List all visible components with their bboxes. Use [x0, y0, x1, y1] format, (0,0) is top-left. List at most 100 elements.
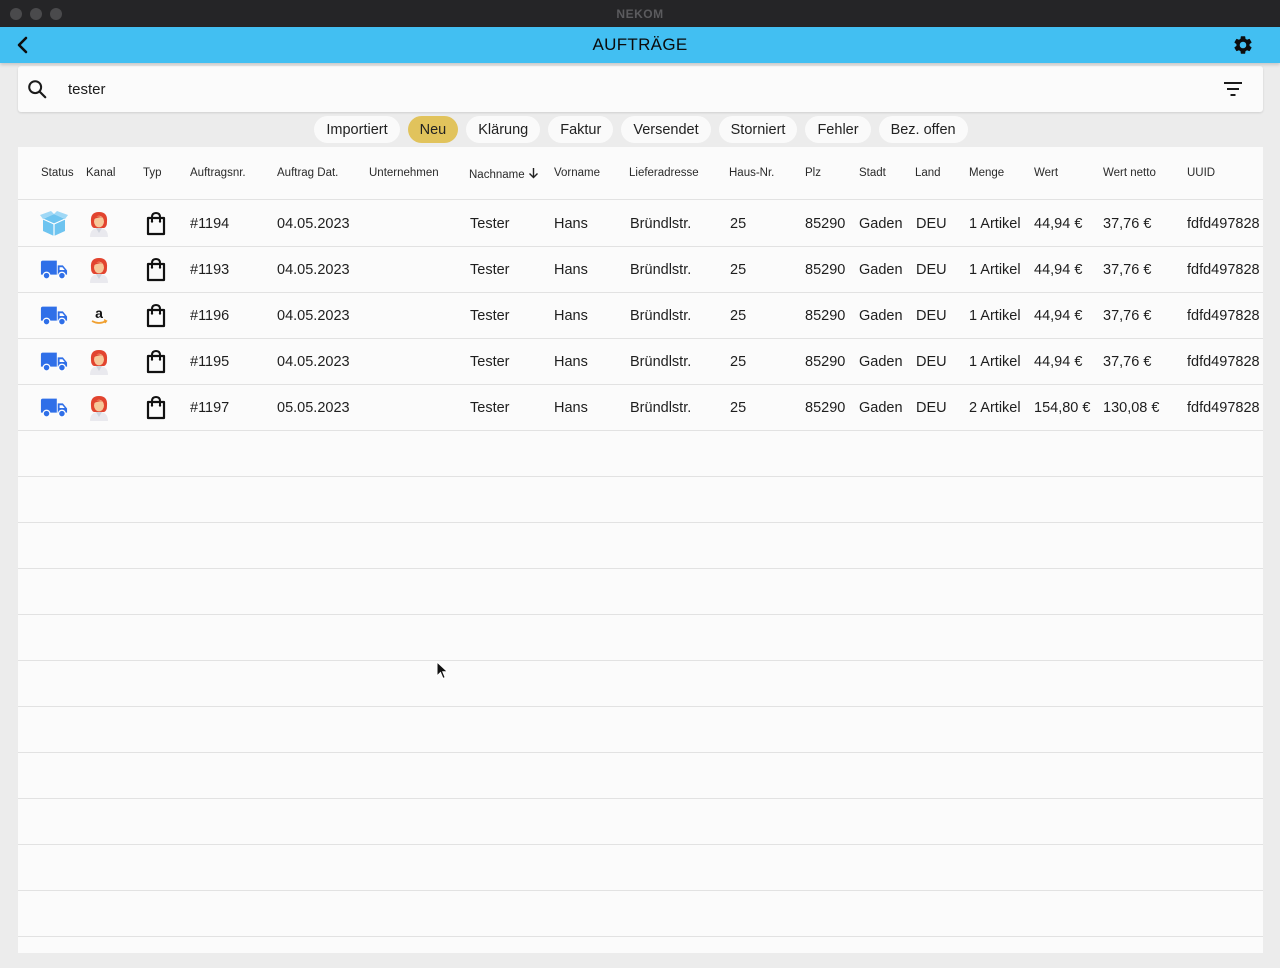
column-header-vorname[interactable]: Vorname [554, 167, 600, 179]
table-header: Status Kanal Typ Auftragsnr. Auftrag Dat… [18, 147, 1263, 200]
cell-plz: 85290 [805, 400, 846, 416]
shopping-bag-icon [142, 210, 170, 238]
window-controls[interactable] [10, 8, 62, 20]
window-title: NEKOM [616, 6, 664, 21]
chip-importiert[interactable]: Importiert [314, 116, 400, 143]
column-header-menge[interactable]: Menge [969, 167, 1004, 179]
cell-nachname: Tester [470, 400, 510, 416]
empty-table-row [18, 799, 1263, 845]
shop-avatar-icon [85, 348, 113, 376]
cell-stadt: Gaden [859, 400, 903, 416]
truck-icon [40, 394, 68, 422]
shopping-bag-icon [142, 302, 170, 330]
column-header-stadt[interactable]: Stadt [859, 167, 886, 179]
cell-land: DEU [916, 262, 947, 278]
column-header-plz[interactable]: Plz [805, 167, 821, 179]
cell-wert-netto: 37,76 € [1103, 216, 1152, 232]
table-row[interactable]: #1195 04.05.2023 Tester Hans Bründlstr. 25 852… [18, 339, 1263, 385]
cell-wert: 154,80 € [1034, 400, 1091, 416]
cell-plz: 85290 [805, 354, 846, 370]
column-header-wert-netto[interactable]: Wert netto [1103, 167, 1156, 179]
cell-uuid: fdfd497828 [1187, 400, 1260, 416]
cell-hausnr: 25 [730, 400, 747, 416]
column-header-wert[interactable]: Wert [1034, 167, 1058, 179]
cell-land: DEU [916, 308, 947, 324]
cell-land: DEU [916, 400, 947, 416]
search-icon[interactable] [26, 78, 48, 100]
chip-klaerung[interactable]: Klärung [466, 116, 541, 143]
search-bar [18, 66, 1263, 112]
column-header-haus-nr[interactable]: Haus-Nr. [729, 167, 774, 179]
close-window-button[interactable] [10, 8, 22, 20]
chip-versendet[interactable]: Versendet [621, 116, 711, 143]
cell-stadt: Gaden [859, 354, 903, 370]
column-header-lieferadresse[interactable]: Lieferadresse [629, 167, 699, 179]
cell-nachname: Tester [470, 216, 510, 232]
cell-uuid: fdfd497828 [1187, 354, 1260, 370]
mouse-cursor-icon [436, 661, 449, 680]
table-row[interactable]: #1194 04.05.2023 Tester Hans Bründlstr. 25 852… [18, 201, 1263, 247]
cell-plz: 85290 [805, 308, 846, 324]
cell-datum: 04.05.2023 [277, 354, 350, 370]
shopping-bag-icon [142, 256, 170, 284]
cell-menge: 1 Artikel [969, 216, 1021, 232]
empty-table-row [18, 431, 1263, 477]
page-title: AUFTRÄGE [592, 35, 688, 54]
empty-table-row [18, 523, 1263, 569]
search-input[interactable] [68, 77, 1168, 101]
settings-button[interactable] [1230, 32, 1256, 58]
empty-table-row [18, 753, 1263, 799]
back-arrow-icon [17, 36, 28, 54]
open-box-icon [40, 210, 68, 238]
cell-datum: 04.05.2023 [277, 216, 350, 232]
shop-avatar-icon [85, 210, 113, 238]
chip-fehler[interactable]: Fehler [805, 116, 871, 143]
empty-table-row [18, 845, 1263, 891]
table-row[interactable]: #1197 05.05.2023 Tester Hans Bründlstr. 25 852… [18, 385, 1263, 431]
column-header-typ[interactable]: Typ [143, 167, 162, 179]
chip-storniert[interactable]: Storniert [718, 116, 798, 143]
chip-neu[interactable]: Neu [407, 116, 459, 143]
empty-table-row [18, 891, 1263, 937]
minimize-window-button[interactable] [30, 8, 42, 20]
back-button[interactable] [10, 32, 36, 58]
cell-stadt: Gaden [859, 216, 903, 232]
column-header-land[interactable]: Land [915, 167, 941, 179]
empty-table-row [18, 477, 1263, 523]
cell-menge: 1 Artikel [969, 262, 1021, 278]
zoom-window-button[interactable] [50, 8, 62, 20]
chip-bez-offen[interactable]: Bez. offen [878, 116, 968, 143]
column-header-auftrag-datum[interactable]: Auftrag Dat. [277, 167, 338, 179]
shopping-bag-icon [142, 394, 170, 422]
cell-menge: 1 Artikel [969, 354, 1021, 370]
cell-auftragsnr: #1196 [190, 308, 230, 324]
cell-vorname: Hans [554, 400, 588, 416]
filter-icon[interactable] [1223, 80, 1243, 98]
cell-lieferadresse: Bründlstr. [630, 400, 692, 416]
cell-vorname: Hans [554, 308, 588, 324]
cell-wert: 44,94 € [1034, 216, 1083, 232]
column-header-unternehmen[interactable]: Unternehmen [369, 167, 439, 179]
column-header-uuid[interactable]: UUID [1187, 167, 1215, 179]
column-header-nachname[interactable]: Nachname [469, 167, 539, 181]
cell-wert: 44,94 € [1034, 262, 1083, 278]
cell-datum: 04.05.2023 [277, 308, 350, 324]
chip-faktur[interactable]: Faktur [548, 116, 614, 143]
cell-vorname: Hans [554, 216, 588, 232]
cell-auftragsnr: #1197 [190, 400, 230, 416]
table-row[interactable]: #1193 04.05.2023 Tester Hans Bründlstr. 25 852… [18, 247, 1263, 293]
empty-table-row [18, 707, 1263, 753]
table-row[interactable]: a #1196 04.05.2023 Tester Hans Bründlstr. 25 85… [18, 293, 1263, 339]
cell-vorname: Hans [554, 354, 588, 370]
column-header-kanal[interactable]: Kanal [86, 167, 115, 179]
truck-icon [40, 256, 68, 284]
gear-icon [1234, 36, 1252, 54]
cell-menge: 2 Artikel [969, 400, 1021, 416]
cell-stadt: Gaden [859, 308, 903, 324]
shop-avatar-icon [85, 394, 113, 422]
truck-icon [40, 348, 68, 376]
column-header-status[interactable]: Status [41, 167, 74, 179]
column-header-nachname-label: Nachname [469, 169, 525, 181]
column-header-auftragsnr[interactable]: Auftragsnr. [190, 167, 246, 179]
cell-land: DEU [916, 216, 947, 232]
